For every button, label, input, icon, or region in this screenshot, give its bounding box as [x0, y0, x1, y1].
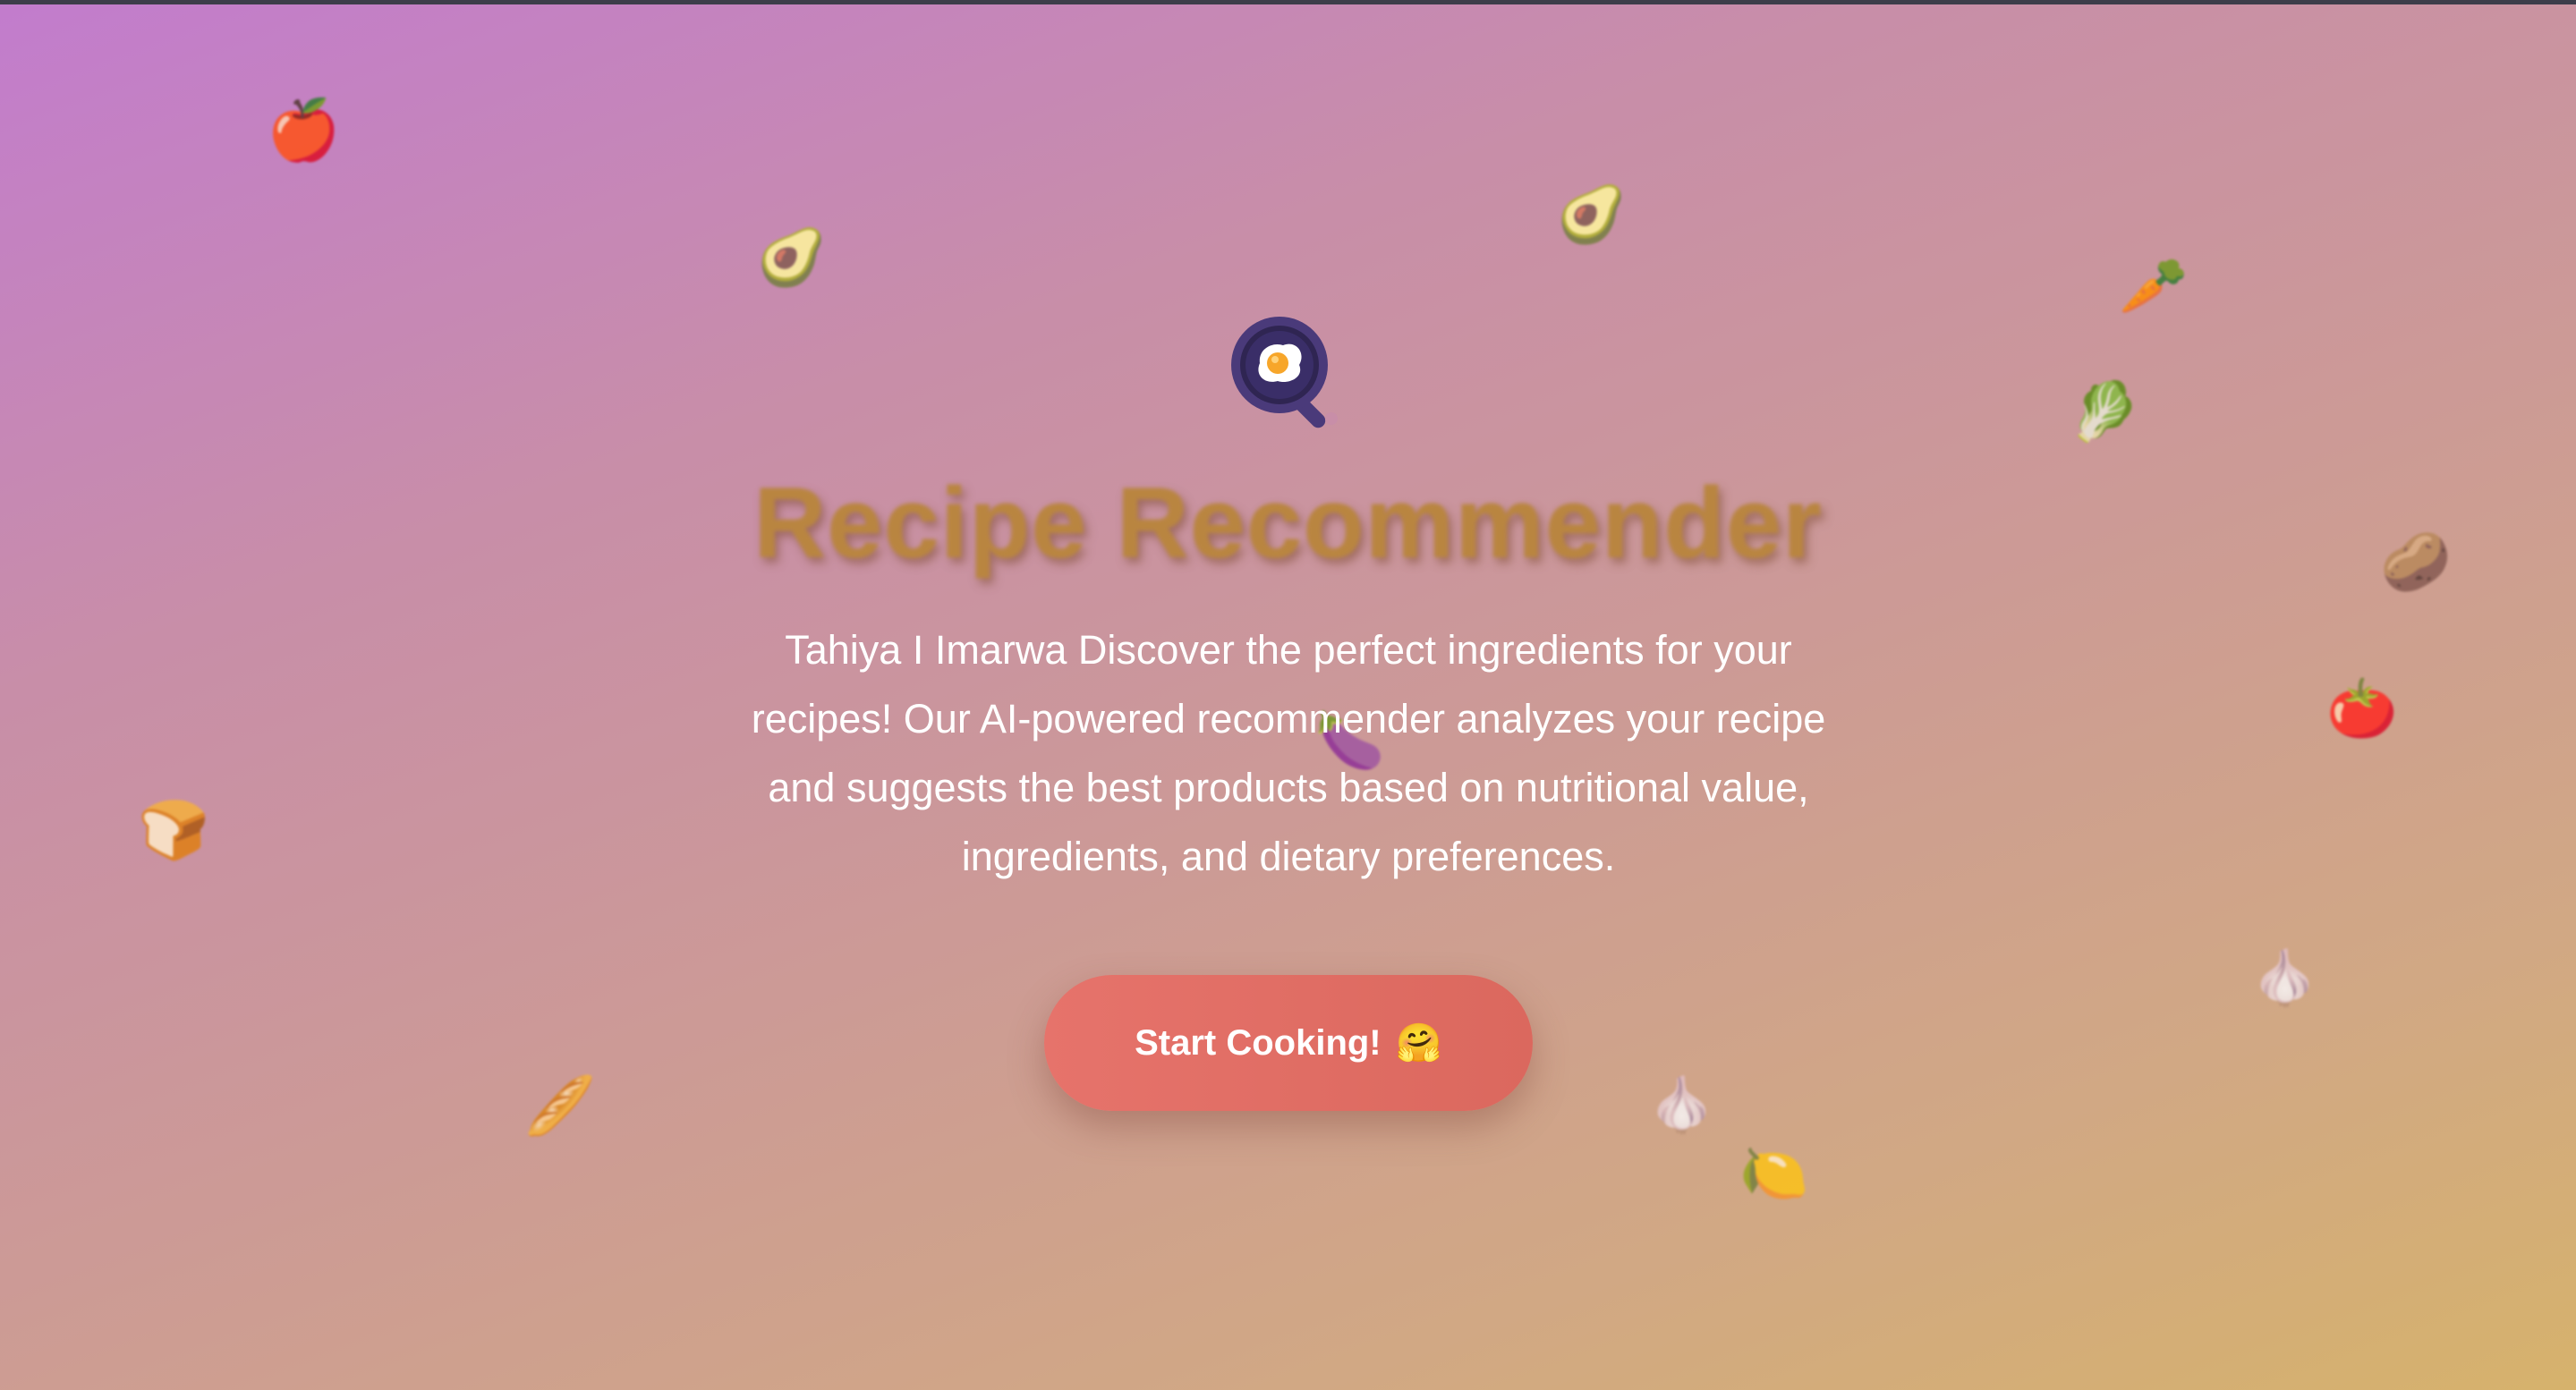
- avocado-icon: 🥑: [1557, 184, 1627, 246]
- lettuce-icon: 🥬: [2069, 379, 2140, 444]
- browser-top-bar: [0, 0, 2576, 4]
- bread-icon: 🍞: [138, 798, 209, 862]
- start-cooking-label: Start Cooking!: [1135, 1022, 1382, 1063]
- page-title: Recipe Recommender: [753, 467, 1823, 579]
- tomato-icon: 🍅: [2326, 676, 2398, 741]
- hugging-face-icon: 🤗: [1395, 1021, 1442, 1064]
- start-cooking-button[interactable]: Start Cooking! 🤗: [1044, 975, 1533, 1111]
- carrot-icon: 🥕: [2119, 256, 2189, 318]
- avocado-icon: 🥑: [757, 227, 827, 289]
- garlic-icon: 🧄: [1648, 1075, 1715, 1135]
- hero-description: Tahiya I Imarwa Discover the perfect ing…: [751, 627, 1826, 879]
- apple-icon: 🍎: [267, 97, 341, 163]
- frying-pan-egg-icon: [1231, 317, 1338, 428]
- baguette-icon: 🥖: [524, 1073, 596, 1138]
- lemon-icon: 🍋: [1739, 1143, 1809, 1205]
- garlic-icon: 🧄: [2251, 948, 2318, 1008]
